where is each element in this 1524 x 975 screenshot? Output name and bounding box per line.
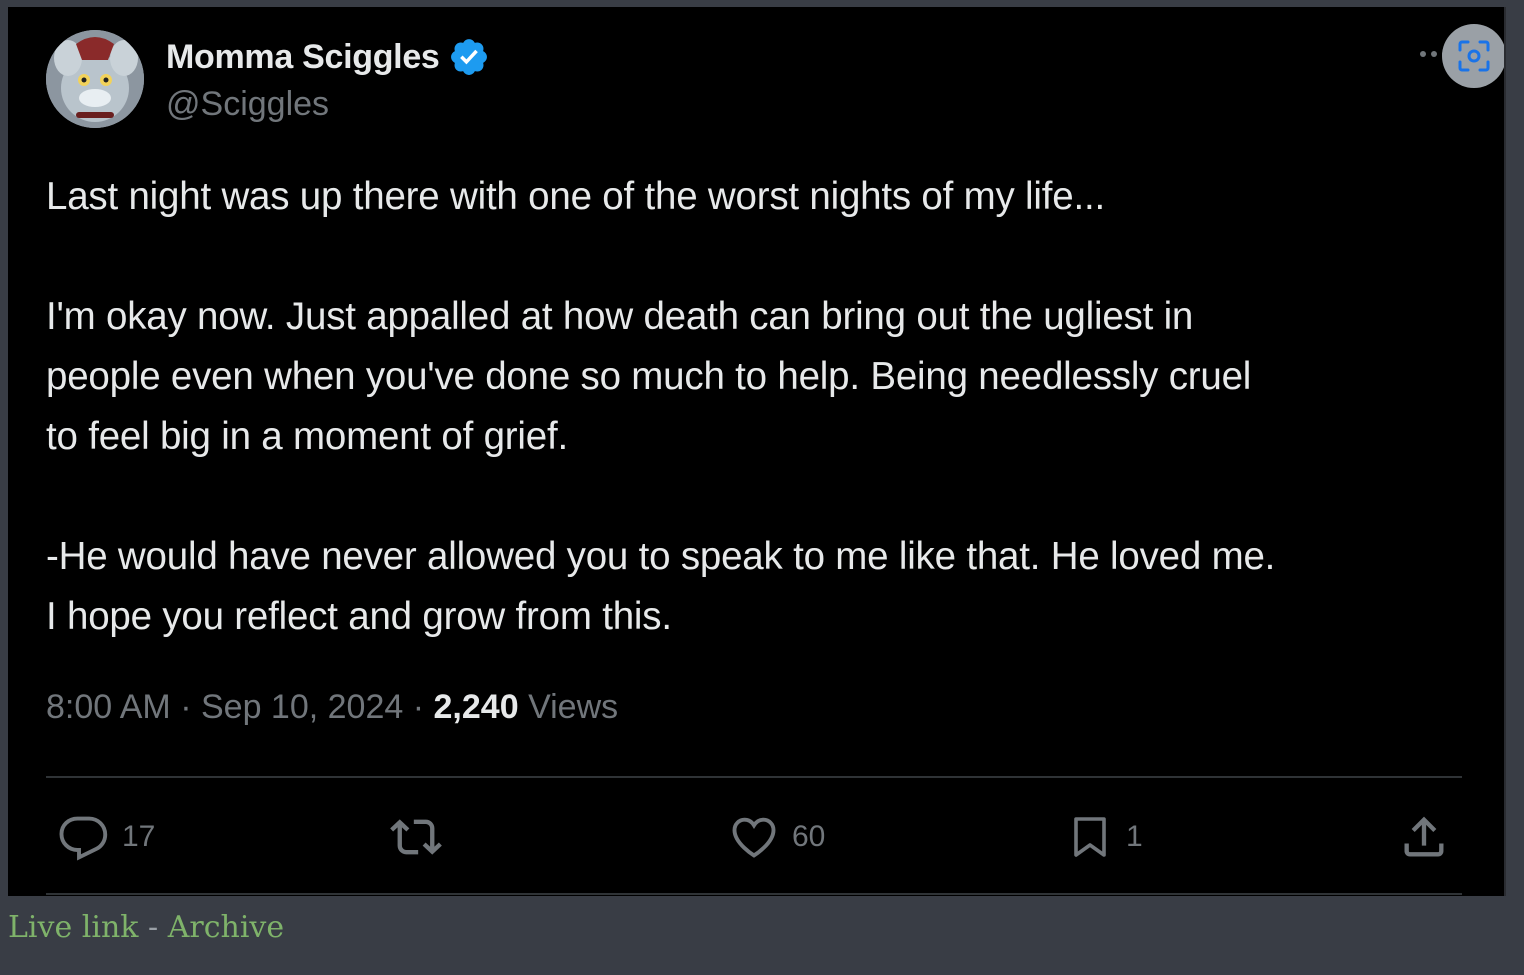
tweet-metadata: 8:00 AM · Sep 10, 2024 · 2,240 Views [46, 688, 618, 727]
link-separator: - [148, 910, 159, 945]
divider [46, 776, 1462, 778]
avatar[interactable] [46, 30, 144, 128]
views-label: Views [528, 688, 619, 726]
retweet-icon [390, 819, 442, 855]
display-name[interactable]: Momma Sciggles [166, 38, 440, 77]
avatar-image [46, 30, 144, 128]
bookmark-button[interactable]: 1 [1066, 809, 1143, 865]
tweet-text-line: Last night was up there with one of the … [46, 175, 1105, 218]
tweet-text-line: -He would have never allowed you to spea… [46, 535, 1276, 578]
page: Momma Sciggles @Sciggles Last night was … [0, 0, 1524, 975]
reply-icon [59, 816, 108, 861]
like-count: 60 [792, 820, 826, 853]
tweet-screenshot: Momma Sciggles @Sciggles Last night was … [8, 7, 1506, 896]
meta-separator: · [412, 688, 425, 726]
display-name-row: Momma Sciggles [166, 33, 490, 81]
archive-link[interactable]: Archive [168, 910, 284, 945]
reply-count: 17 [122, 820, 156, 853]
tweet-text: Last night was up there with one of the … [46, 167, 1466, 647]
tweet-text-line: people even when you've done so much to … [46, 355, 1252, 398]
timestamp-date[interactable]: Sep 10, 2024 [201, 688, 403, 726]
bookmark-icon [1074, 817, 1106, 857]
retweet-button[interactable] [388, 809, 444, 865]
like-button[interactable]: 60 [728, 809, 825, 865]
tweet-text-line: I'm okay now. Just appalled at how death… [46, 295, 1194, 338]
heart-icon [732, 817, 776, 858]
tweet-text-line: I hope you reflect and grow from this. [46, 595, 672, 638]
share-icon [1404, 816, 1444, 857]
share-button[interactable] [1398, 809, 1450, 865]
visual-search-icon[interactable] [1442, 24, 1506, 88]
verified-badge-icon [448, 36, 490, 78]
bookmark-count: 1 [1126, 820, 1143, 853]
handle[interactable]: @Sciggles [166, 85, 329, 124]
tweet-text-line: to feel big in a moment of grief. [46, 415, 568, 458]
reply-button[interactable]: 17 [58, 809, 155, 865]
live-link[interactable]: Live link [8, 910, 138, 945]
meta-separator: · [180, 688, 192, 726]
source-links: Live link - Archive [8, 910, 284, 945]
views-count: 2,240 [433, 688, 519, 726]
bottom-border [46, 893, 1462, 895]
timestamp-time[interactable]: 8:00 AM [46, 688, 171, 726]
